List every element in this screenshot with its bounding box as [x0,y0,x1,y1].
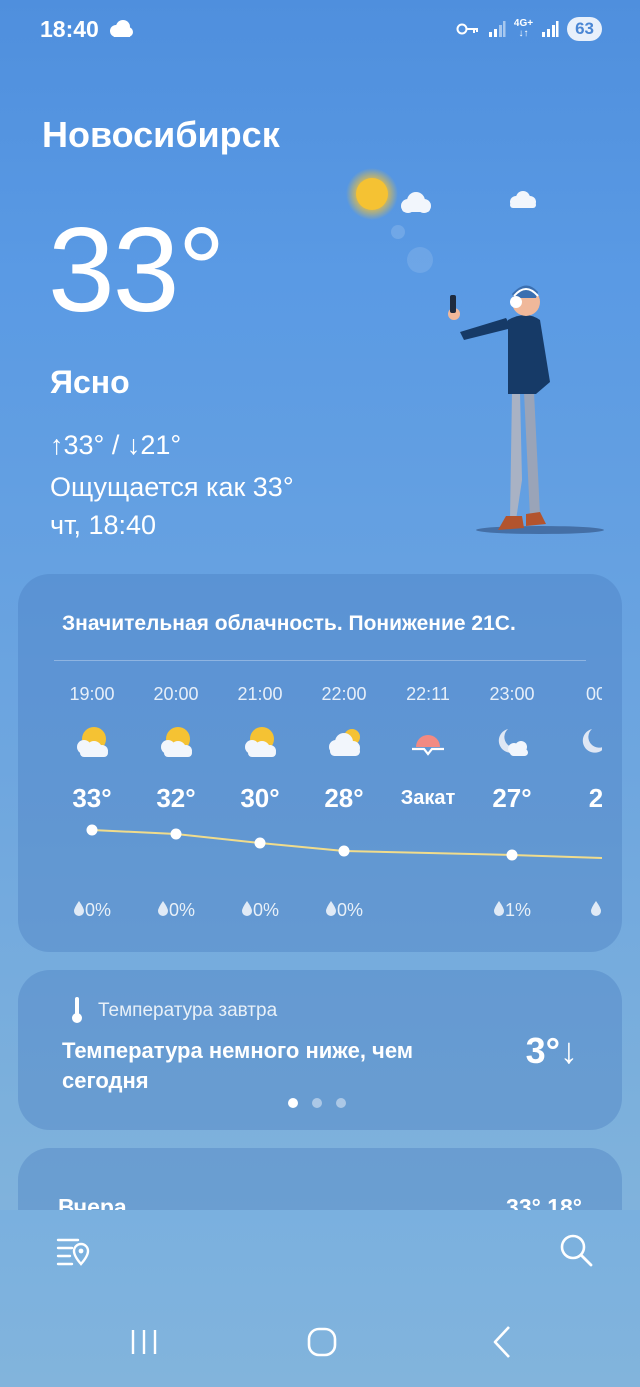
hour-precipitation: 0% [137,900,215,921]
hourly-forecast-card[interactable]: Значительная облачность. Понижение 21C. … [18,574,622,952]
hour-temp: 30° [240,783,280,813]
cloud-icon [401,192,431,213]
bottom-bar [0,1210,640,1387]
hour-precipitation: 0% [53,900,131,921]
feels-like: Ощущается как 33° [50,472,294,502]
divider [54,660,586,661]
sun-behind-cloud-icon [137,725,215,765]
drop-icon [157,901,168,916]
hour-precipitation: 0% [221,900,299,921]
hour-temp: Закат [400,787,456,809]
hour-precipitation: 0% [305,900,383,921]
hour-item: 20:00 32° 0% [137,684,215,920]
hour-time: 23:00 [489,684,535,704]
hour-time: 22:00 [321,684,367,704]
data-arrows-icon: ↓↑ [518,28,529,39]
weather-cloud-icon [110,20,133,37]
precip-value: 0% [84,900,111,920]
hour-precipitation [557,900,602,921]
status-bar: 18:40 4G+ ↓↑ 63 [0,0,640,62]
hour-temp: 2 [588,783,602,813]
sun-behind-cloud-icon [221,725,299,765]
vpn-key-icon [456,23,478,35]
manage-locations-icon[interactable] [54,1230,94,1270]
recent-apps-button[interactable] [114,1320,174,1364]
network-type: 4G+ ↓↑ [514,19,533,39]
hour-time: 00 [585,684,602,704]
home-icon [307,1327,337,1357]
signal-icon [488,21,506,37]
weather-condition: Ясно [50,364,130,400]
precip-value: 1% [504,900,531,920]
tomorrow-temperature-card[interactable]: Температура завтра Температура немного н… [18,970,622,1130]
hour-item: 23:00 27° 1% [473,684,551,920]
moon-cloud-icon [473,725,551,765]
drop-icon [73,901,84,916]
weather-illustration [346,168,604,534]
status-time: 18:40 [40,16,99,42]
cloud-sun-icon [305,725,383,765]
page-dot [336,1098,346,1108]
tomorrow-text: Температура немного ниже, чем сегодня [62,1038,414,1093]
page-dot-active [288,1098,298,1108]
temp-point [170,828,182,840]
current-temperature: 33° [48,203,225,337]
moon-cloud-icon [557,725,602,765]
hour-temp: 27° [492,783,532,813]
thermometer-icon [72,997,82,1023]
hour-item: 21:00 30° 0% [221,684,299,920]
hour-temp: 33° [72,783,112,813]
home-button[interactable] [292,1320,352,1364]
high-low-temperature: ↑33° / ↓21° [50,430,182,460]
sun-behind-cloud-icon [53,725,131,765]
back-button[interactable] [472,1320,532,1364]
signal-icon-2 [542,21,559,37]
hour-precipitation: 1% [473,900,551,921]
cloud-small-icon [510,191,536,208]
temp-point [506,849,518,861]
tomorrow-label: Температура завтра [98,1000,278,1021]
drop-icon [493,901,504,916]
battery-level: 63 [567,17,602,41]
hour-temp: 32° [156,783,196,813]
drop-icon [325,901,336,916]
current-datetime: чт, 18:40 [50,510,157,540]
hour-time: 22:11 [406,684,450,704]
search-icon[interactable] [556,1230,596,1270]
hourly-list[interactable]: 19:00 33° 0% 20:00 32° 0% 21:00 30° 0% 2… [52,684,602,934]
drop-icon [241,901,252,916]
hour-item: 22:00 28° 0% [305,684,383,920]
precip-value: 0% [168,900,195,920]
city-name: Новосибирск [42,114,280,155]
tomorrow-value: 3°↓ [525,1030,578,1071]
hour-temp: 28° [324,783,364,813]
recent-apps-icon [131,1330,157,1354]
hour-item: 22:11 Закат [389,684,467,810]
drop-icon [591,901,601,916]
hour-item: 00 2 [557,684,602,916]
hour-time: 19:00 [69,684,115,704]
precip-value: 0% [336,900,363,920]
sunset-icon [389,725,467,765]
page-indicator [288,1098,346,1108]
precip-value: 0% [252,900,279,920]
hour-time: 21:00 [237,684,283,704]
hour-item: 19:00 33° 0% [53,684,131,920]
temp-point [254,837,266,849]
page-dot [312,1098,322,1108]
forecast-summary: Значительная облачность. Понижение 21C. [62,612,516,635]
back-icon [493,1326,510,1358]
temp-point [338,845,350,857]
hour-time: 20:00 [153,684,199,704]
temp-point [86,824,98,836]
